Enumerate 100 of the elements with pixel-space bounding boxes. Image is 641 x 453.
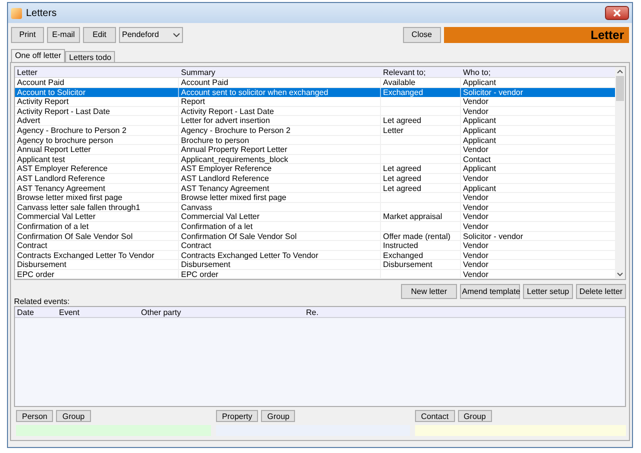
letter-row[interactable]: Contracts Exchanged Letter To Vendor Contracts Exchanged Letter To Vendor Exchanged Vendor: [15, 250, 615, 260]
action-button[interactable]: Amend template: [460, 284, 520, 299]
table-cell: Solicitor - vendor: [463, 232, 524, 240]
table-cell: AST Employer Reference: [17, 164, 108, 174]
link-button[interactable]: Group: [56, 410, 91, 422]
letter-row[interactable]: Activity Report - Last Date Activity Report - Last Date Vendor: [15, 106, 615, 116]
action-button[interactable]: Letter setup: [523, 284, 573, 299]
table-cell: AST Tenancy Agreement: [17, 184, 106, 193]
table-cell: Available: [383, 78, 416, 87]
table-cell: Contract: [181, 241, 212, 250]
close-button[interactable]: Close: [402, 27, 441, 43]
letter-row[interactable]: EPC order EPC order Vendor: [15, 270, 615, 280]
branch-dropdown[interactable]: Pendeford: [119, 27, 183, 43]
table-cell: Commercial Val Letter: [181, 212, 260, 222]
letter-row[interactable]: AST Landlord Reference AST Landlord Reference Let agreed Vendor: [15, 174, 615, 184]
link-button[interactable]: Property: [216, 410, 258, 422]
table-cell: AST Landlord Reference: [17, 174, 105, 183]
scroll-down-icon[interactable]: [617, 270, 623, 279]
table-cell: Contract: [17, 241, 48, 250]
table-cell: Activity Report - Last Date: [181, 106, 274, 116]
table-cell: Confirmation of a let: [17, 222, 89, 231]
table-cell: Confirmation Of Sale Vendor Sol: [181, 232, 297, 240]
table-cell: Applicant: [463, 126, 496, 135]
link-button[interactable]: Person: [16, 410, 54, 422]
column-header[interactable]: Event: [57, 307, 139, 317]
table-cell: Offer made (rental): [383, 232, 450, 240]
letter-row[interactable]: Commercial Val Letter Commercial Val Letter Market appraisal Vendor: [15, 212, 615, 222]
table-cell: Let agreed: [383, 164, 422, 174]
column-header[interactable]: Other party: [139, 307, 304, 317]
table-cell: Account sent to solicitor when exchanged: [181, 88, 328, 97]
table-cell: AST Employer Reference: [181, 164, 272, 174]
toolbar-button[interactable]: Print: [11, 27, 44, 43]
table-cell: Let agreed: [383, 184, 422, 193]
letter-row[interactable]: Contract Contract Instructed Vendor: [15, 241, 615, 251]
letter-banner: Letter: [444, 27, 629, 43]
table-cell: Agency to brochure person: [17, 136, 114, 145]
letter-row[interactable]: Account to Solicitor Account sent to solicitor when exchanged Exchanged Solicitor - vendor: [15, 88, 615, 98]
close-icon[interactable]: [605, 6, 629, 20]
table-cell: Letter for advert insertion: [181, 116, 270, 126]
table-cell: Let agreed: [383, 174, 422, 183]
table-cell: Confirmation Of Sale Vendor Sol: [17, 232, 133, 240]
table-cell: Applicant: [463, 78, 496, 87]
table-cell: Applicant_requirements_block: [181, 154, 288, 164]
tab[interactable]: One off letter: [11, 49, 66, 62]
letter-row[interactable]: Agency - Brochure to Person 2 Agency - Brochure to Person 2 Letter Applicant: [15, 126, 615, 136]
table-cell: Vendor: [463, 106, 488, 116]
table-cell: Advert: [17, 116, 40, 126]
related-events-label: Related events:: [14, 297, 71, 306]
letter-row[interactable]: Browse letter mixed first page Browse letter mixed first page Vendor: [15, 193, 615, 203]
letter-row[interactable]: Confirmation of a let Confirmation of a let Vendor: [15, 222, 615, 232]
table-cell: Vendor: [463, 241, 488, 250]
table-cell: Vendor: [463, 212, 488, 222]
table-cell: Account Paid: [181, 78, 228, 87]
table-cell: Contact: [463, 154, 491, 164]
action-button[interactable]: New letter: [401, 284, 457, 299]
action-button[interactable]: Delete letter: [576, 284, 626, 299]
letter-row[interactable]: Confirmation Of Sale Vendor Sol Confirmation Of Sale Vendor Sol Offer made (rental) Solicitor - vendor: [15, 232, 615, 242]
tab[interactable]: Letters todo: [65, 51, 116, 62]
letter-row[interactable]: AST Employer Reference AST Employer Reference Let agreed Applicant: [15, 164, 615, 174]
table-cell: EPC order: [17, 270, 54, 279]
letter-row[interactable]: Annual Report Letter Annual Property Report Letter Vendor: [15, 145, 615, 155]
table-cell: Vendor: [463, 250, 488, 260]
column-header[interactable]: Who to;: [461, 67, 615, 77]
table-cell: Annual Report Letter: [17, 145, 91, 154]
table-cell: Agency - Brochure to Person 2: [17, 126, 126, 135]
toolbar-button[interactable]: E-mail: [47, 27, 80, 43]
window-title: Letters: [26, 6, 57, 20]
column-header[interactable]: Summary: [179, 67, 381, 77]
scroll-bar[interactable]: [615, 67, 625, 279]
letter-row[interactable]: Canvass letter sale fallen through1 Canvass Vendor: [15, 202, 615, 212]
link-button[interactable]: Group: [458, 410, 492, 422]
table-cell: AST Tenancy Agreement: [181, 184, 270, 193]
column-header[interactable]: Relevant to;: [381, 67, 461, 77]
link-button[interactable]: Contact: [415, 410, 455, 422]
table-cell: Contracts Exchanged Letter To Vendor: [17, 250, 154, 260]
link-button[interactable]: Group: [261, 410, 296, 422]
table-cell: Applicant test: [17, 154, 66, 164]
letter-row[interactable]: Disbursement Disbursement Disbursement Vendor: [15, 260, 615, 270]
letter-row[interactable]: Activity Report Report Vendor: [15, 97, 615, 107]
table-cell: Browse letter mixed first page: [181, 193, 286, 202]
table-cell: Contracts Exchanged Letter To Vendor: [181, 250, 318, 260]
table-cell: Agency - Brochure to Person 2: [181, 126, 290, 135]
table-cell: Browse letter mixed first page: [17, 193, 122, 202]
column-header[interactable]: Re.: [304, 307, 625, 317]
column-header[interactable]: Letter: [15, 67, 179, 77]
table-cell: Vendor: [463, 97, 488, 106]
letter-row[interactable]: Agency to brochure person Brochure to person Applicant: [15, 136, 615, 146]
table-cell: Applicant: [463, 116, 496, 126]
app-icon: [11, 8, 22, 18]
branch-value: Pendeford: [122, 29, 160, 41]
toolbar-button[interactable]: Edit: [83, 27, 116, 43]
scroll-thumb[interactable]: [616, 76, 624, 101]
table-cell: Applicant: [463, 184, 496, 193]
scroll-up-icon[interactable]: [617, 67, 623, 76]
letter-row[interactable]: AST Tenancy Agreement AST Tenancy Agreement Let agreed Applicant: [15, 184, 615, 194]
letter-row[interactable]: Applicant test Applicant_requirements_block Contact: [15, 154, 615, 164]
letter-row[interactable]: Advert Letter for advert insertion Let agreed Applicant: [15, 116, 615, 126]
column-header[interactable]: Date: [15, 307, 57, 317]
table-cell: Vendor: [463, 222, 488, 231]
chevron-down-icon: [173, 33, 180, 37]
